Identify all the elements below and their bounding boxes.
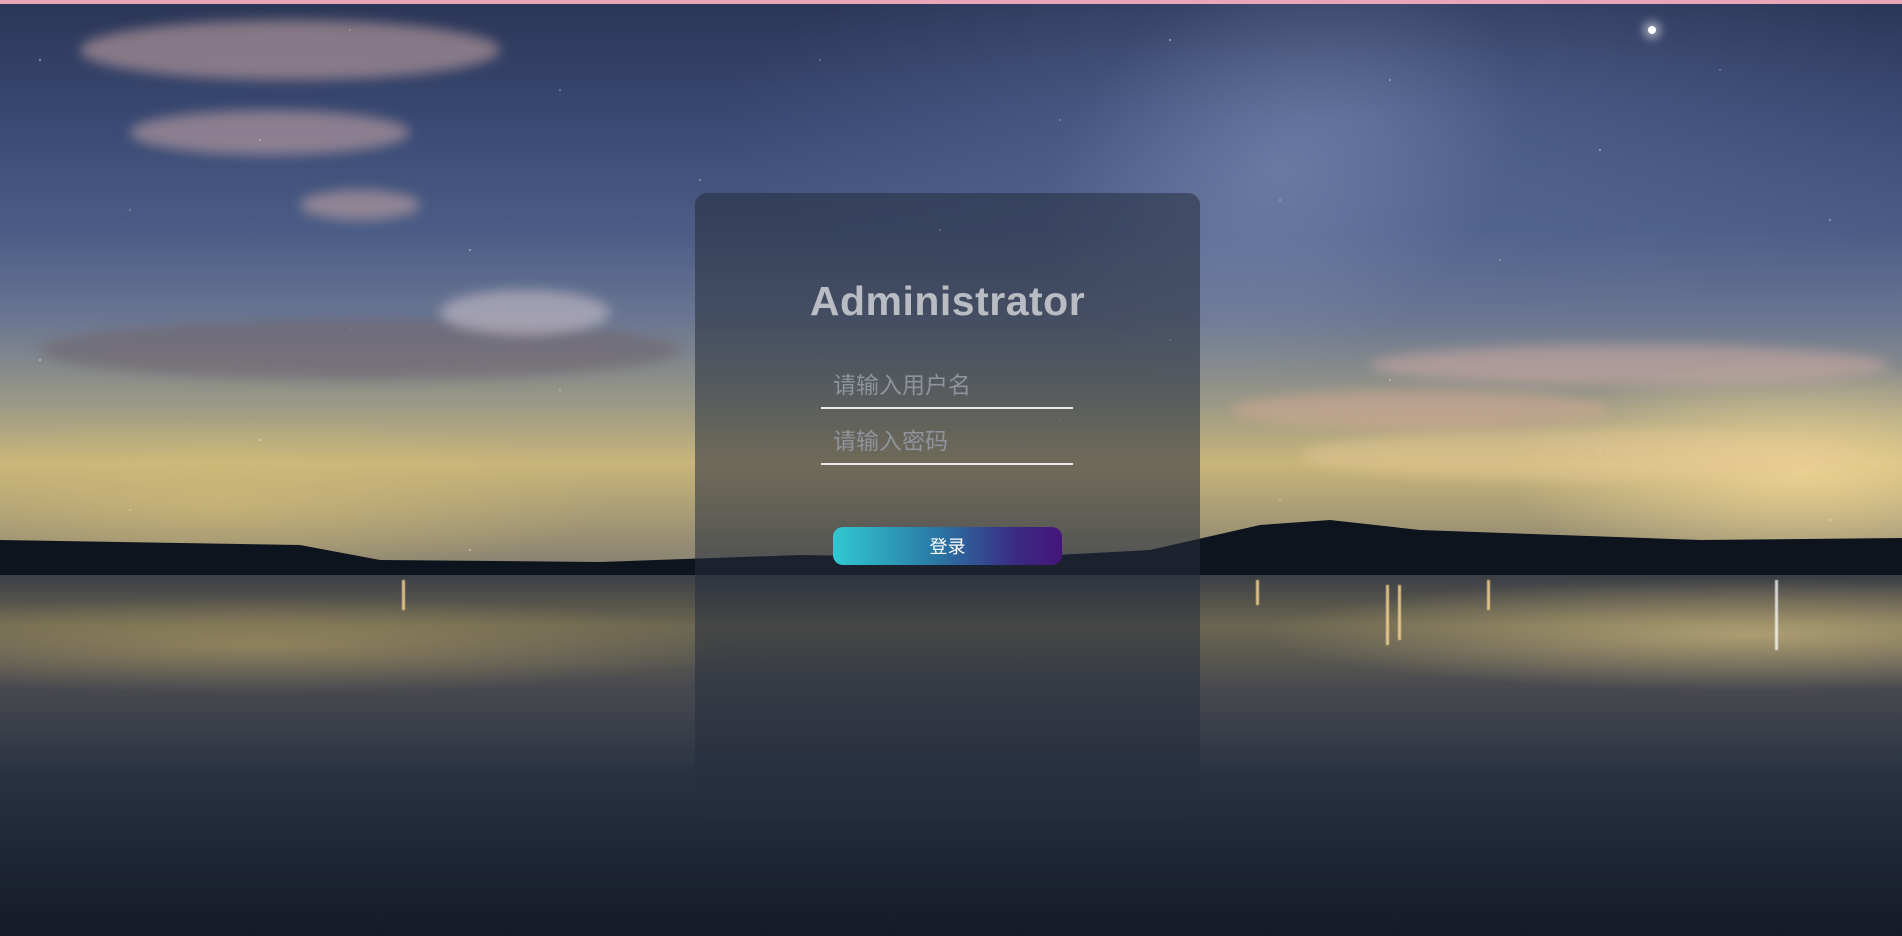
- cloud: [40, 320, 680, 380]
- username-input[interactable]: [821, 365, 1073, 407]
- cloud: [440, 290, 610, 335]
- login-title: Administrator: [809, 278, 1086, 324]
- username-field: [821, 365, 1073, 409]
- cloud: [1370, 345, 1890, 385]
- cloud: [80, 20, 500, 80]
- light-reflection: [402, 580, 405, 610]
- light-reflection: [1398, 585, 1401, 640]
- login-button[interactable]: 登录: [833, 527, 1062, 565]
- cloud: [300, 190, 420, 220]
- light-reflection: [1386, 585, 1389, 645]
- password-input[interactable]: [821, 421, 1073, 463]
- cloud: [130, 110, 410, 155]
- cloud: [1300, 430, 1860, 480]
- light-reflection: [1487, 580, 1490, 610]
- top-accent-bar: [0, 0, 1902, 4]
- login-panel: Administrator 登录: [695, 193, 1200, 818]
- light-reflection: [1256, 580, 1259, 605]
- password-field: [821, 421, 1073, 465]
- light-reflection: [1775, 580, 1778, 650]
- cloud: [1230, 390, 1610, 430]
- bright-star: [1648, 26, 1656, 34]
